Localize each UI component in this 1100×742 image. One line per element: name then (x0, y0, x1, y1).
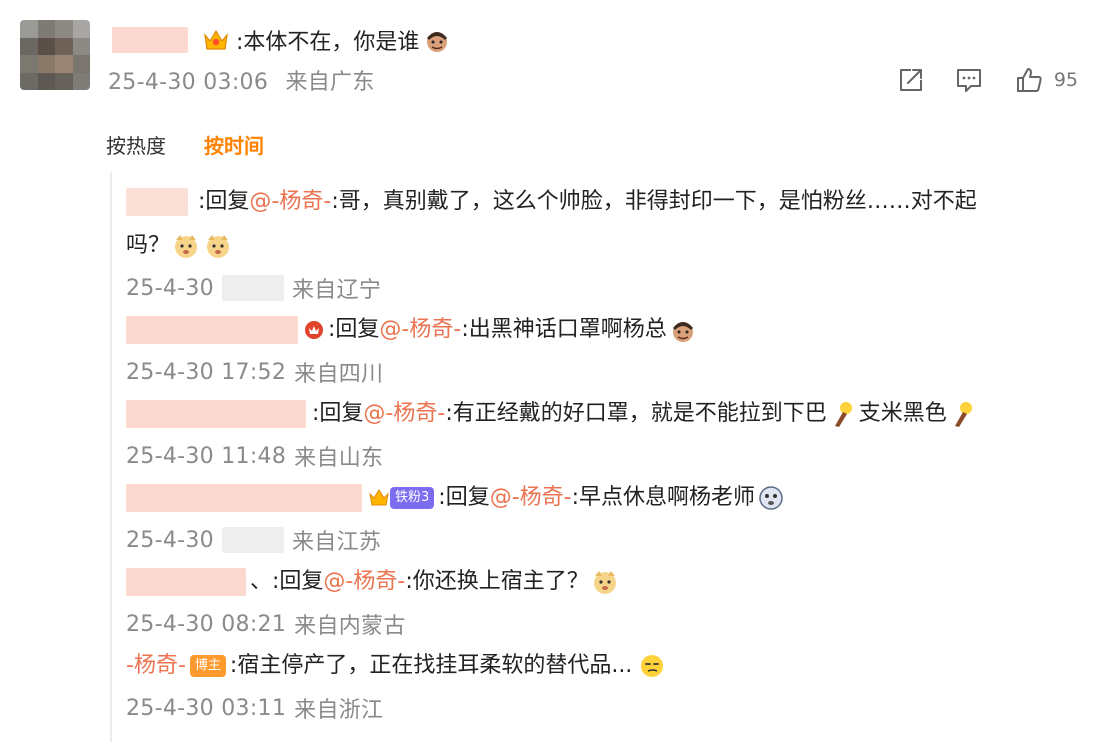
reply-date: 25-4-30 (126, 275, 214, 301)
mention-link[interactable]: @-杨奇- (363, 394, 445, 434)
comment-date: 25-4-30 03:06 (108, 70, 269, 95)
reply-date: 25-4-30 17:52 (126, 359, 287, 385)
doge-emoji-icon (172, 232, 200, 260)
reply-prefix: :回复 (312, 401, 364, 426)
fan-badge: 铁粉3 (390, 487, 435, 509)
reply-prefix: :回复 (198, 189, 250, 214)
smirk-emoji-icon (638, 652, 666, 680)
author-name[interactable]: -杨奇- (126, 646, 186, 686)
reply-text: :哥，真别戴了，这么个帅脸，非得封印一下，是怕粉丝……对不起 (331, 189, 977, 214)
reply-text: :早点休息啊杨老师 (571, 485, 756, 510)
reply-date: 25-4-30 (126, 527, 214, 553)
share-button[interactable] (894, 62, 928, 98)
reply-location: 来自浙江 (294, 698, 384, 723)
reply-item: 铁粉3 :回复 @-杨奇-:早点休息啊杨老师 (126, 478, 787, 518)
comment-text: :本体不在，你是谁 (236, 30, 420, 55)
mention-link[interactable]: @-杨奇- (490, 478, 572, 518)
reply-location: 来自江苏 (291, 530, 382, 555)
fan-badge-icon (304, 320, 324, 340)
like-count: 95 (1053, 69, 1078, 91)
reply-item: :回复 @-杨奇-:出黑神话口罩啊杨总 (126, 310, 699, 350)
reply-location: 来自内蒙古 (294, 614, 406, 639)
reply-location: 来自四川 (294, 362, 384, 387)
reply-meta: 25-4-30 来自江苏 (126, 524, 381, 556)
sort-tabs: 按热度 按时间 (106, 130, 264, 159)
doge-emoji-icon (591, 568, 619, 596)
blogger-badge: 博主 (189, 655, 226, 677)
username-redacted[interactable] (126, 484, 362, 512)
username-redacted[interactable] (126, 400, 306, 428)
avatar[interactable] (20, 20, 90, 90)
character-emoji-icon (669, 316, 697, 344)
comment-location: 来自广东 (285, 70, 375, 95)
mention-link[interactable]: @-杨奇- (323, 562, 405, 602)
reply-item: :回复 @-杨奇-:有正经戴的好口罩，就是不能拉到下巴 支米黑色 (126, 394, 979, 434)
reply-meta: 25-4-30 17:52 来自四川 (126, 356, 383, 388)
reply-prefix: :回复 (328, 317, 380, 342)
tab-sort-hot[interactable]: 按热度 (106, 130, 166, 159)
reply-date: 25-4-30 11:48 (126, 443, 287, 469)
reply-item: 、:回复 @-杨奇-:你还换上宿主了？ (126, 562, 621, 602)
main-comment: :本体不在，你是谁 (112, 22, 453, 58)
time-redacted (221, 527, 284, 553)
reply-text-extra: 支米黑色 (858, 401, 947, 426)
reply-text: :有正经戴的好口罩，就是不能拉到下巴 (445, 401, 827, 426)
reply-text: :宿主停产了，正在找挂耳柔软的替代品... (229, 653, 633, 678)
mention-link[interactable]: @-杨奇- (249, 182, 331, 222)
torch-emoji-icon (829, 400, 857, 428)
reply-date: 25-4-30 08:21 (126, 611, 287, 637)
time-redacted (221, 275, 284, 301)
username-redacted[interactable] (112, 27, 188, 53)
torch-emoji-icon (949, 400, 977, 428)
reply-location: 来自辽宁 (291, 278, 382, 303)
username-redacted[interactable] (126, 316, 298, 344)
reply-location: 来自山东 (294, 446, 384, 471)
crown-icon (368, 487, 390, 509)
reply-meta: 25-4-30 来自辽宁 (126, 272, 381, 304)
reply-meta: 25-4-30 03:11 来自浙江 (126, 692, 383, 724)
crown-icon (202, 27, 230, 53)
reply-prefix: 、:回复 (250, 569, 324, 594)
doge-emoji-icon (204, 232, 232, 260)
reply-meta: 25-4-30 08:21 来自内蒙古 (126, 608, 406, 640)
share-icon (896, 65, 926, 95)
username-redacted[interactable] (126, 188, 188, 216)
comment-button[interactable] (952, 62, 986, 98)
reply-prefix: :回复 (438, 485, 490, 510)
username-redacted[interactable] (126, 568, 246, 596)
reply-text-continued: 吗？ (126, 233, 171, 258)
character-emoji-icon (423, 26, 451, 54)
like-icon (1014, 65, 1044, 95)
reply-text: :出黑神话口罩啊杨总 (461, 317, 667, 342)
mention-link[interactable]: @-杨奇- (379, 310, 461, 350)
reply-text: :你还换上宿主了？ (405, 569, 589, 594)
comment-actions: 95 (894, 62, 1078, 98)
comment-meta: 25-4-30 03:06 来自广东 (108, 64, 375, 96)
reply-date: 25-4-30 03:11 (126, 695, 287, 721)
reply-item: -杨奇- 博主 :宿主停产了，正在找挂耳柔软的替代品... (126, 646, 668, 686)
like-button[interactable]: 95 (1014, 62, 1078, 98)
reply-list: :回复 @-杨奇-:哥，真别戴了，这么个帅脸，非得封印一下，是怕粉丝……对不起 吗… (110, 172, 1080, 742)
reply-item: :回复 @-杨奇-:哥，真别戴了，这么个帅脸，非得封印一下，是怕粉丝……对不起 吗… (126, 182, 1076, 266)
sweat-emoji-icon (757, 484, 785, 512)
comment-icon (954, 65, 984, 95)
tab-sort-time[interactable]: 按时间 (204, 130, 264, 159)
reply-meta: 25-4-30 11:48 来自山东 (126, 440, 383, 472)
